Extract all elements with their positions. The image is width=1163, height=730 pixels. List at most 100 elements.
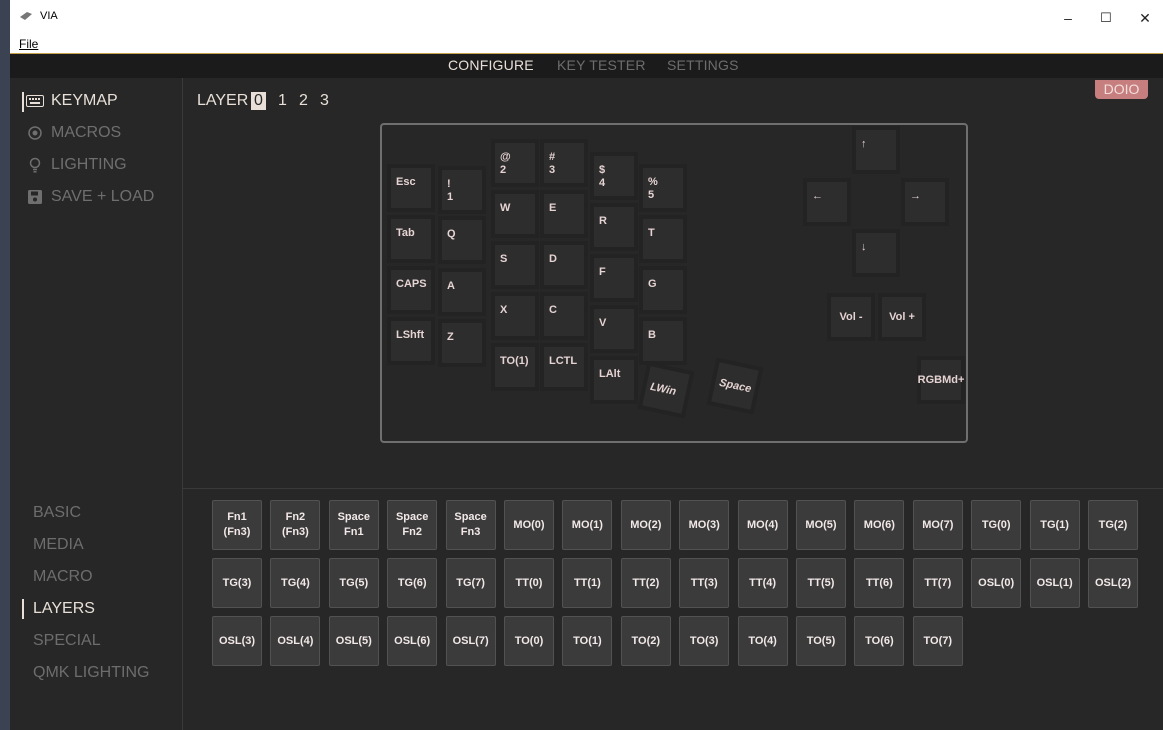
keycode-button[interactable]: TO(3) xyxy=(679,616,730,666)
keyboard-key[interactable]: ↓ xyxy=(856,233,896,273)
keyboard-key[interactable]: TO(1) xyxy=(495,347,535,387)
keyboard-key[interactable]: RGBMd+ xyxy=(918,360,964,400)
keycode-button[interactable]: TO(7) xyxy=(912,616,963,666)
keycode-button[interactable]: TT(2) xyxy=(620,558,671,608)
keyboard-key[interactable]: D xyxy=(544,245,584,285)
keycode-button[interactable]: TT(6) xyxy=(854,558,905,608)
keycode-button[interactable]: MO(6) xyxy=(854,500,905,550)
keyboard-key[interactable]: R xyxy=(594,207,634,247)
keyboard-key[interactable]: V xyxy=(594,309,634,349)
keycode-button[interactable]: OSL(3) xyxy=(212,616,262,666)
layer-option-0[interactable]: 0 xyxy=(251,92,266,110)
keycode-button[interactable]: TG(4) xyxy=(270,558,321,608)
keyboard-key[interactable]: LShft xyxy=(391,321,431,361)
keyboard-key[interactable]: X xyxy=(495,296,535,336)
category-media[interactable]: MEDIA xyxy=(33,536,84,554)
keycode-button[interactable]: OSL(1) xyxy=(1029,558,1080,608)
keycode-button[interactable]: TO(0) xyxy=(504,616,554,666)
keyboard-key[interactable]: E xyxy=(544,194,584,234)
keycode-button[interactable]: TT(7) xyxy=(912,558,963,608)
keyboard-key[interactable]: ↑ xyxy=(856,130,896,170)
keyboard-key[interactable]: Vol + xyxy=(882,297,922,337)
keycode-button[interactable]: OSL(6) xyxy=(387,616,438,666)
tab-key-tester[interactable]: KEY TESTER xyxy=(557,57,646,73)
keyboard-key[interactable]: $ 4 xyxy=(594,156,634,196)
layer-option-2[interactable]: 2 xyxy=(299,92,308,110)
keyboard-key[interactable]: Q xyxy=(442,220,482,260)
keyboard-key[interactable]: T xyxy=(643,219,683,259)
keycode-button[interactable]: MO(4) xyxy=(737,500,788,550)
keyboard-key[interactable]: Tab xyxy=(391,219,431,259)
keycode-button[interactable]: TO(2) xyxy=(620,616,671,666)
keycode-button[interactable]: TG(7) xyxy=(445,558,496,608)
keycode-button[interactable]: TT(1) xyxy=(562,558,613,608)
keycode-button[interactable]: TT(5) xyxy=(796,558,846,608)
category-layers[interactable]: LAYERS xyxy=(33,600,95,618)
keyboard-key[interactable]: CAPS xyxy=(391,270,431,310)
keycode-button[interactable]: Fn1 (Fn3) xyxy=(212,500,262,550)
keyboard-key[interactable]: Esc xyxy=(391,168,431,208)
keyboard-key[interactable]: W xyxy=(495,194,535,234)
layer-option-3[interactable]: 3 xyxy=(320,92,329,110)
keycode-button[interactable]: TG(5) xyxy=(328,558,379,608)
keycode-button[interactable]: MO(1) xyxy=(562,500,613,550)
sidebar-item-lighting[interactable]: LIGHTING xyxy=(26,156,127,174)
keycode-button[interactable]: TO(1) xyxy=(562,616,613,666)
keyboard-key[interactable]: LAlt xyxy=(594,360,634,400)
keycode-button[interactable]: TT(3) xyxy=(679,558,730,608)
keycode-button[interactable]: TO(6) xyxy=(854,616,905,666)
category-special[interactable]: SPECIAL xyxy=(33,632,101,650)
keyboard-key[interactable]: F xyxy=(594,258,634,298)
keycode-button[interactable]: OSL(5) xyxy=(328,616,379,666)
keycode-button[interactable]: MO(0) xyxy=(504,500,554,550)
sidebar-item-keymap[interactable]: KEYMAP xyxy=(26,92,118,110)
maximize-button[interactable]: ☐ xyxy=(1091,6,1121,30)
tab-configure[interactable]: CONFIGURE xyxy=(448,57,534,73)
keycode-button[interactable]: TG(0) xyxy=(971,500,1022,550)
close-button[interactable]: ✕ xyxy=(1130,6,1160,30)
keyboard-key[interactable]: % 5 xyxy=(643,168,683,208)
keycode-button[interactable]: TG(6) xyxy=(387,558,438,608)
keyboard-key[interactable]: Space xyxy=(711,362,759,410)
keycode-button[interactable]: TG(3) xyxy=(212,558,262,608)
keycode-button[interactable]: Space Fn3 xyxy=(445,500,496,550)
keycode-button[interactable]: TT(0) xyxy=(504,558,554,608)
keycode-button[interactable]: MO(3) xyxy=(679,500,730,550)
keycode-button[interactable]: MO(5) xyxy=(796,500,846,550)
keycode-button[interactable]: OSL(0) xyxy=(971,558,1022,608)
keycode-button[interactable]: TT(4) xyxy=(737,558,788,608)
keyboard-key[interactable]: ! 1 xyxy=(442,170,482,210)
keycode-button[interactable]: TG(2) xyxy=(1088,500,1138,550)
keycode-button[interactable]: TO(5) xyxy=(796,616,846,666)
keyboard-key[interactable]: LWin xyxy=(642,366,690,414)
keycode-button[interactable]: Fn2 (Fn3) xyxy=(270,500,321,550)
keyboard-key[interactable]: S xyxy=(495,245,535,285)
keyboard-key[interactable]: ← xyxy=(807,182,847,222)
keyboard-key[interactable]: C xyxy=(544,296,584,336)
keyboard-key[interactable]: → xyxy=(905,182,945,222)
keyboard-key[interactable]: G xyxy=(643,270,683,310)
keyboard-key[interactable]: B xyxy=(643,321,683,361)
keycode-button[interactable]: MO(7) xyxy=(912,500,963,550)
layer-option-1[interactable]: 1 xyxy=(278,92,287,110)
tab-settings[interactable]: SETTINGS xyxy=(667,57,739,73)
menu-file[interactable]: File xyxy=(19,37,38,51)
keycode-button[interactable]: OSL(7) xyxy=(445,616,496,666)
category-qmk-lighting[interactable]: QMK LIGHTING xyxy=(33,664,149,682)
keycode-button[interactable]: OSL(4) xyxy=(270,616,321,666)
keyboard-key[interactable]: @ 2 xyxy=(495,143,535,183)
sidebar-item-save-load[interactable]: SAVE + LOAD xyxy=(26,188,154,206)
keyboard-key[interactable]: Vol - xyxy=(831,297,871,337)
sidebar-item-macros[interactable]: MACROS xyxy=(26,124,121,142)
keyboard-key[interactable]: # 3 xyxy=(544,143,584,183)
keyboard-key[interactable]: LCTL xyxy=(544,347,584,387)
keycode-button[interactable]: Space Fn1 xyxy=(328,500,379,550)
minimize-button[interactable]: – xyxy=(1053,6,1083,30)
keycode-button[interactable]: TG(1) xyxy=(1029,500,1080,550)
keyboard-key[interactable]: A xyxy=(442,272,482,312)
keycode-button[interactable]: Space Fn2 xyxy=(387,500,438,550)
keycode-button[interactable]: MO(2) xyxy=(620,500,671,550)
category-macro[interactable]: MACRO xyxy=(33,568,93,586)
category-basic[interactable]: BASIC xyxy=(33,504,81,522)
keycode-button[interactable]: OSL(2) xyxy=(1088,558,1138,608)
